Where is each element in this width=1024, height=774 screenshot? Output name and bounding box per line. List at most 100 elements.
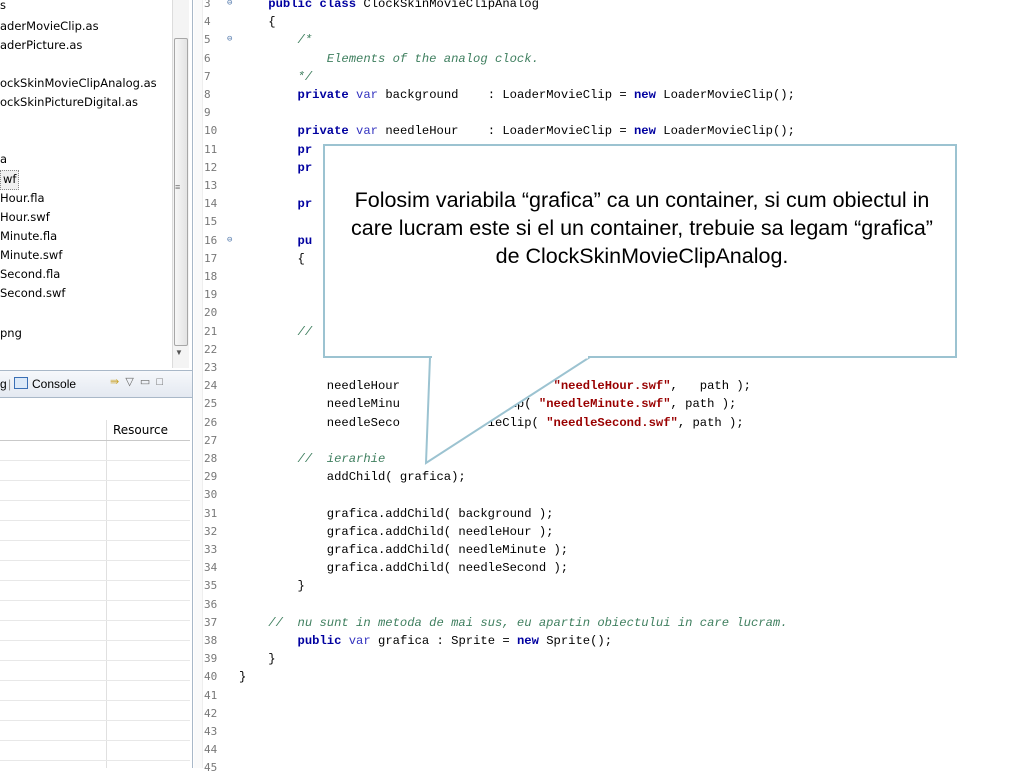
code-line[interactable]: needleHour ( "needleHour.swf", path ); [239, 379, 751, 393]
code-line[interactable]: grafica.addChild( needleHour ); [239, 525, 554, 539]
code-editor[interactable]: 3 ⊖ public class ClockSkinMovieClipAnalog… [194, 0, 1024, 774]
tree-item[interactable]: Minute.fla [0, 227, 57, 245]
code-token: new [633, 88, 656, 102]
code-line[interactable]: // nu sunt in metoda de mai sus, eu apar… [239, 616, 787, 630]
table-row[interactable] [0, 681, 190, 701]
table-row[interactable] [0, 581, 190, 601]
code-line[interactable]: grafica.addChild( needleMinute ); [239, 543, 568, 557]
code-line[interactable]: pr [239, 143, 313, 157]
code-line[interactable]: needleSeco ovieClip( "needleSecond.swf",… [239, 416, 744, 430]
pin-console-icon[interactable]: ⇛ [110, 376, 119, 388]
code-line[interactable]: pr [239, 160, 313, 175]
code-line[interactable]: grafica.addChild( needleSecond ); [239, 561, 568, 575]
code-line[interactable]: public var grafica : Sprite = new Sprite… [239, 634, 613, 648]
line-number: 19 [204, 288, 218, 302]
fold-toggle-icon[interactable]: ⊖ [227, 34, 232, 44]
tree-item[interactable]: aderPicture.as [0, 36, 82, 54]
code-line[interactable]: // [239, 325, 313, 339]
tree-item[interactable]: ockSkinPictureDigital.as [0, 93, 138, 111]
table-row[interactable] [0, 521, 190, 541]
code-line[interactable]: public class ClockSkinMovieClipAnalog [239, 0, 539, 11]
code-token: needleMinu [239, 397, 400, 412]
code-line[interactable]: // ierarhie [239, 452, 386, 466]
table-row[interactable] [0, 701, 190, 721]
code-line[interactable]: grafica.addChild( background ); [239, 507, 554, 521]
code-line[interactable]: needleMinu ieClip( "needleMinute.swf", p… [239, 397, 737, 412]
table-row[interactable] [0, 601, 190, 621]
maximize-icon[interactable]: □ [153, 376, 163, 388]
fold-toggle-icon[interactable]: ⊖ [227, 0, 232, 8]
tree-item[interactable]: aderMovieClip.as [0, 17, 99, 35]
tree-item[interactable]: wf [0, 170, 20, 190]
code-token: */ [239, 69, 313, 84]
tree-item[interactable]: Hour.swf [0, 208, 50, 226]
view-controls: ⇛ ▽ ▭ □ [110, 375, 163, 388]
code-line[interactable]: */ [239, 69, 313, 84]
code-line[interactable]: } [239, 579, 305, 593]
tab-partial[interactable]: g [0, 375, 7, 393]
table-row[interactable] [0, 461, 190, 481]
code-line[interactable]: private var needleHour : LoaderMovieClip… [239, 124, 795, 138]
tree-item[interactable]: Second.fla [0, 265, 60, 283]
table-row[interactable] [0, 621, 190, 641]
code-line[interactable]: addChild( grafica); [239, 470, 466, 484]
code-line[interactable]: pr [239, 197, 313, 211]
tab-console[interactable]: Console [14, 375, 76, 393]
code-token: LoaderMovieClip(); [655, 88, 795, 102]
view-menu-icon[interactable]: ▽ [122, 376, 133, 388]
callout-text: Folosim variabila “grafica” ca un contai… [351, 188, 933, 268]
column-divider [106, 741, 107, 760]
column-divider [106, 561, 107, 580]
table-row[interactable] [0, 561, 190, 581]
tree-item[interactable]: s [0, 0, 6, 14]
code-token: needleHour : LoaderMovieClip = [378, 124, 634, 139]
table-row[interactable] [0, 721, 190, 741]
code-line[interactable]: } [239, 652, 275, 666]
line-number: 21 [204, 324, 218, 338]
line-number: 29 [204, 470, 218, 484]
column-divider[interactable] [106, 420, 107, 440]
line-number: 42 [204, 706, 218, 720]
scrollbar-thumb[interactable] [174, 38, 188, 346]
tree-item[interactable]: png [0, 324, 22, 342]
fold-toggle-icon[interactable]: ⊖ [227, 235, 232, 245]
tree-item[interactable]: Hour.fla [0, 189, 45, 207]
table-row[interactable] [0, 481, 190, 501]
scroll-down-arrow-icon[interactable]: ▼ [175, 348, 183, 357]
column-divider [106, 501, 107, 520]
code-line[interactable]: { [239, 252, 305, 266]
line-number: 26 [204, 415, 218, 429]
minimize-icon[interactable]: ▭ [137, 376, 150, 388]
line-number: 9 [204, 106, 211, 120]
code-token: new [516, 634, 539, 648]
code-line[interactable]: private var background : LoaderMovieClip… [239, 88, 795, 102]
column-header-resource[interactable]: Resource [113, 423, 168, 437]
code-token: pr [297, 160, 313, 175]
table-row[interactable] [0, 661, 190, 681]
code-line[interactable]: } [239, 670, 246, 684]
scrollbar-grip-icon: ≡ [175, 182, 181, 192]
code-line[interactable]: Elements of the analog clock. [239, 52, 539, 66]
table-row[interactable] [0, 641, 190, 661]
tree-item[interactable]: ockSkinMovieClipAnalog.as [0, 74, 157, 92]
tree-item[interactable]: Second.swf [0, 284, 65, 302]
tree-item[interactable]: a [0, 150, 7, 168]
code-token: new [633, 124, 656, 139]
table-row[interactable] [0, 741, 190, 761]
table-row[interactable] [0, 441, 190, 461]
line-number: 15 [204, 215, 218, 229]
code-line[interactable]: { [239, 15, 275, 29]
code-line[interactable]: /* [239, 33, 313, 47]
table-row[interactable] [0, 761, 190, 768]
table-row[interactable] [0, 541, 190, 561]
tree-item[interactable]: Minute.swf [0, 246, 62, 264]
code-token: , path ); [670, 397, 737, 412]
table-row[interactable] [0, 501, 190, 521]
code-line[interactable]: pu [239, 234, 313, 248]
code-token: grafica.addChild( needleSecond ); [239, 561, 569, 576]
column-divider [106, 641, 107, 660]
